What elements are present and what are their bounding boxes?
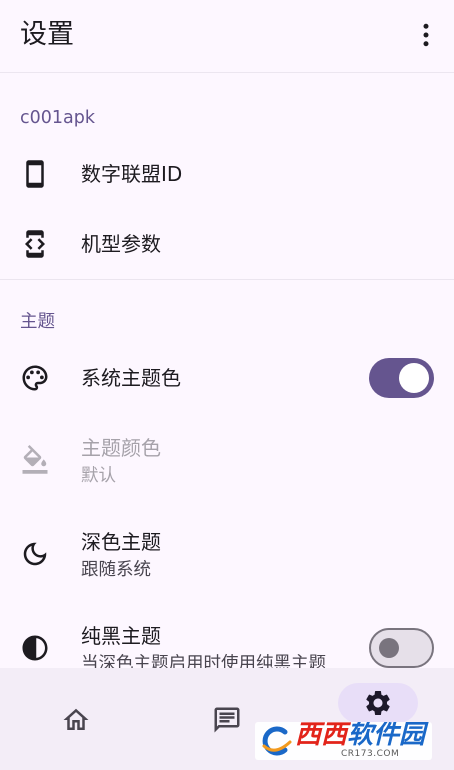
pref-text: 机型参数 (81, 231, 454, 257)
cr173-watermark: 西西软件园 CR173.COM (255, 722, 432, 760)
palette-icon (20, 363, 50, 393)
pref-device-params[interactable]: 机型参数 (0, 209, 454, 279)
pref-text: 数字联盟ID (81, 161, 454, 187)
home-icon (61, 705, 91, 735)
pref-text: 纯黑主题 当深色主题启用时使用纯黑主题 (81, 601, 369, 668)
developer-mode-icon (20, 229, 50, 259)
pref-summary: 默认 (81, 466, 116, 486)
top-app-bar: 设置 (0, 0, 454, 73)
pref-summary: 跟随系统 (81, 560, 151, 580)
watermark-brand-part2: 软件园 (347, 722, 426, 750)
nav-item-home[interactable] (0, 668, 151, 770)
pref-title: 机型参数 (81, 232, 161, 256)
pref-title: 深色主题 (81, 530, 161, 554)
contrast-icon (20, 633, 50, 663)
format-color-fill-icon (20, 445, 50, 475)
watermark-brand-part1: 西西 (295, 722, 348, 750)
page-title: 设置 (20, 19, 74, 50)
pref-title: 数字联盟ID (81, 162, 183, 186)
pref-title: 主题颜色 (81, 436, 161, 460)
settings-screen: 设置 c001apk 数字联盟ID 机型参数 主题 系统主题色 主题颜色 默认 … (0, 0, 454, 770)
pref-title: 系统主题色 (81, 366, 181, 390)
dark-mode-icon (20, 539, 50, 569)
pref-title: 纯黑主题 (81, 624, 161, 648)
more-vert-icon[interactable] (411, 20, 441, 50)
watermark-brand: 西西软件园 (295, 722, 425, 749)
smartphone-icon (20, 159, 50, 189)
switch-thumb (399, 363, 429, 393)
switch-thumb (379, 637, 399, 658)
section-header-theme: 主题 (20, 312, 55, 332)
pref-digital-alliance-id[interactable]: 数字联盟ID (0, 139, 454, 209)
pref-theme-color[interactable]: 主题颜色 默认 (0, 413, 454, 507)
settings-icon (363, 688, 393, 718)
pref-text: 主题颜色 默认 (81, 413, 454, 488)
pref-system-theme-color[interactable]: 系统主题色 (0, 343, 454, 413)
message-icon (212, 705, 242, 735)
system-theme-color-switch[interactable] (369, 358, 434, 398)
settings-list[interactable]: c001apk 数字联盟ID 机型参数 主题 系统主题色 主题颜色 默认 深色主… (0, 73, 454, 668)
pref-text: 系统主题色 (81, 365, 369, 391)
pure-black-theme-switch[interactable] (369, 628, 434, 668)
cr173-logo-icon (257, 723, 293, 759)
watermark-site: CR173.COM (341, 749, 400, 759)
section-header-c001apk: c001apk (20, 108, 95, 128)
pref-summary: 当深色主题启用时使用纯黑主题 (81, 654, 326, 668)
pref-text: 深色主题 跟随系统 (81, 507, 454, 582)
pref-pure-black-theme[interactable]: 纯黑主题 当深色主题启用时使用纯黑主题 (0, 601, 454, 668)
pref-dark-theme[interactable]: 深色主题 跟随系统 (0, 507, 454, 601)
